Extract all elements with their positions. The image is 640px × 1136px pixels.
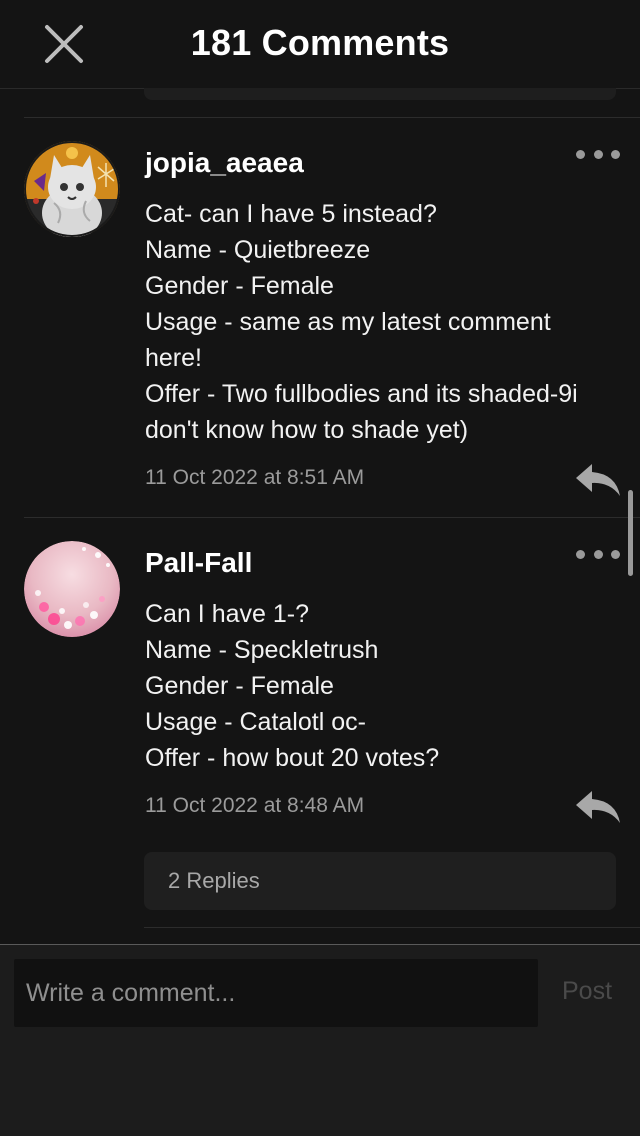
comment-body: Can I have 1-? Name - Speckletrush Gende… [145,596,615,776]
comment-line: Can I have 1-? [145,600,309,628]
replies-count-label: 2 Replies [168,868,260,893]
view-replies-button[interactable]: 2 Replies [144,852,616,910]
comment-line: Name - Speckletrush [145,636,379,664]
comment-line: don't know how to shade yet) [145,416,469,444]
post-button[interactable]: Post [562,977,612,1006]
reply-arrow-icon [576,464,620,496]
header-bar: 181 Comments [0,0,640,89]
comment-line: Name - Quietbreeze [145,236,371,264]
comment-line: Usage - same as my latest comment [145,308,551,336]
comment-line: Offer - Two fullbodies and its shaded-9i [145,380,578,408]
divider [144,927,640,928]
more-options-button[interactable] [576,542,620,566]
comment-timestamp: 11 Oct 2022 at 8:48 AM [145,794,365,817]
reply-button[interactable] [574,460,622,500]
more-dot [593,149,603,159]
avatar[interactable] [24,541,120,637]
comment-timestamp: 11 Oct 2022 at 8:51 AM [145,466,365,489]
comment-line: here! [145,344,202,372]
divider [24,117,640,118]
more-dot [611,549,620,559]
comment-composer: Post [0,944,640,1136]
comment-line: Offer - how bout 20 votes? [145,744,440,772]
comment-username[interactable]: Pall-Fall [145,547,252,579]
pink-bokeh-avatar-icon [24,541,120,637]
cat-avatar-icon [24,141,120,237]
comment-username[interactable]: jopia_aeaea [145,147,304,179]
more-dots-icon [576,549,585,559]
comment-line: Cat- can I have 5 instead? [145,200,437,228]
comment-body: Cat- can I have 5 instead? Name - Quietb… [145,196,615,448]
comment-line: Usage - Catalotl oc- [145,708,366,736]
more-dot [611,149,620,159]
previous-replies-stub [144,88,616,100]
comment-line: Gender - Female [145,672,334,700]
more-options-button[interactable] [576,142,620,166]
reply-button[interactable] [574,787,622,827]
more-dots-icon [576,149,585,159]
page-title: 181 Comments [190,22,450,63]
comment-item: Pall-Fall Can I have 1-? Name - Specklet… [0,517,640,928]
comment-line: Gender - Female [145,272,334,300]
more-dot [593,549,603,559]
comment-item: jopia_aeaea Cat- can I have 5 instead? N… [0,117,640,517]
divider [24,517,640,518]
reply-arrow-icon [576,791,620,823]
comment-input[interactable] [14,959,538,1027]
avatar[interactable] [24,141,120,237]
comments-screen: 181 Comments jopia_aeaea Cat- can I have… [0,0,640,1136]
scrollbar[interactable] [628,490,633,576]
